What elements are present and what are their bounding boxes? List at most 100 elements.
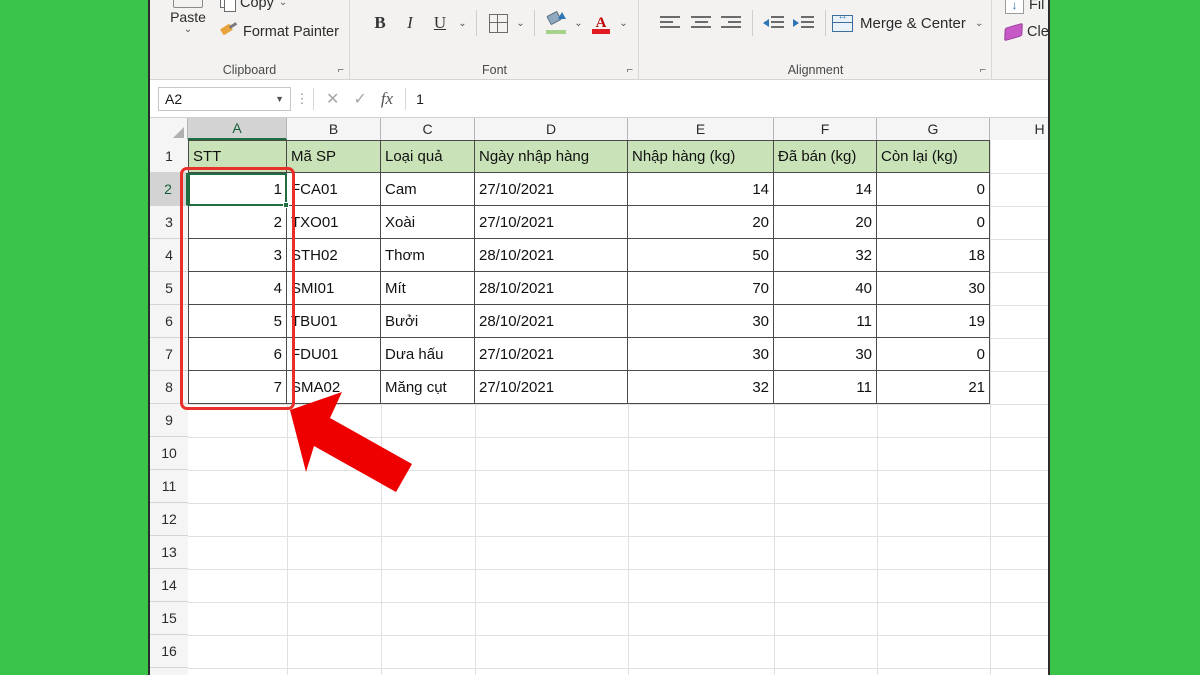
column-header-g[interactable]: G <box>877 118 990 140</box>
align-center-button[interactable] <box>686 8 716 38</box>
table-cell[interactable]: 20 <box>628 206 774 239</box>
column-header-e[interactable]: E <box>628 118 774 140</box>
table-cell[interactable]: 32 <box>628 371 774 404</box>
formula-bar-drag-handle[interactable]: ⋮ <box>291 92 313 105</box>
table-cell[interactable]: 0 <box>877 206 990 239</box>
table-cell[interactable]: 14 <box>774 173 877 206</box>
font-dialog-launcher-icon[interactable]: ⌐ <box>627 64 633 76</box>
column-header-b[interactable]: B <box>287 118 381 140</box>
table-cell[interactable]: 21 <box>877 371 990 404</box>
merge-and-center-button[interactable]: Merge & Center ⌄ <box>832 11 983 32</box>
table-cell[interactable]: 27/10/2021 <box>475 371 628 404</box>
font-color-chevron-down-icon[interactable]: ⌄ <box>616 8 631 38</box>
row-header-5[interactable]: 5 <box>150 272 188 305</box>
table-cell[interactable]: 1 <box>188 173 287 206</box>
table-cell[interactable]: 30 <box>774 338 877 371</box>
formula-input[interactable]: 1 <box>406 87 1048 111</box>
borders-button[interactable] <box>483 8 513 38</box>
decrease-indent-button[interactable] <box>759 8 789 38</box>
chevron-down-icon[interactable]: ⌄ <box>162 24 214 35</box>
select-all-corner[interactable] <box>150 118 188 140</box>
underline-chevron-down-icon[interactable]: ⌄ <box>455 8 470 38</box>
row-header-13[interactable]: 13 <box>150 536 188 569</box>
table-header-cell[interactable]: Nhập hàng (kg) <box>628 140 774 173</box>
row-header-17[interactable]: 17 <box>150 668 188 675</box>
table-cell[interactable]: Bưởi <box>381 305 475 338</box>
table-cell[interactable]: FCA01 <box>287 173 381 206</box>
font-color-button[interactable]: A <box>586 8 616 38</box>
table-cell[interactable]: FDU01 <box>287 338 381 371</box>
underline-button[interactable]: U <box>425 8 455 38</box>
row-header-16[interactable]: 16 <box>150 635 188 668</box>
table-cell[interactable]: Cam <box>381 173 475 206</box>
table-cell[interactable]: 50 <box>628 239 774 272</box>
row-header-2[interactable]: 2 <box>150 173 188 206</box>
table-cell[interactable]: 28/10/2021 <box>475 272 628 305</box>
alignment-dialog-launcher-icon[interactable]: ⌐ <box>980 64 986 76</box>
column-header-f[interactable]: F <box>774 118 877 140</box>
borders-chevron-down-icon[interactable]: ⌄ <box>513 8 528 38</box>
row-header-9[interactable]: 9 <box>150 404 188 437</box>
table-cell[interactable]: SMA02 <box>287 371 381 404</box>
column-header-a[interactable]: A <box>188 118 287 140</box>
table-cell[interactable]: Xoài <box>381 206 475 239</box>
row-header-6[interactable]: 6 <box>150 305 188 338</box>
table-cell[interactable]: 28/10/2021 <box>475 239 628 272</box>
row-header-8[interactable]: 8 <box>150 371 188 404</box>
row-header-7[interactable]: 7 <box>150 338 188 371</box>
row-header-1[interactable]: 1 <box>150 140 188 173</box>
table-cell[interactable]: 27/10/2021 <box>475 173 628 206</box>
row-header-11[interactable]: 11 <box>150 470 188 503</box>
table-cell[interactable]: 0 <box>877 338 990 371</box>
table-cell[interactable]: STH02 <box>287 239 381 272</box>
increase-indent-button[interactable] <box>789 8 819 38</box>
table-cell[interactable]: Mít <box>381 272 475 305</box>
paste-button[interactable]: Paste ⌄ <box>162 0 214 35</box>
chevron-down-icon[interactable]: ⌄ <box>279 0 287 8</box>
align-right-button[interactable] <box>716 8 746 38</box>
fill-button[interactable]: ↓ Fil <box>1005 0 1044 14</box>
format-painter-button[interactable]: Format Painter <box>220 24 339 40</box>
table-cell[interactable]: 5 <box>188 305 287 338</box>
chevron-down-icon[interactable]: ▼ <box>275 94 284 104</box>
table-cell[interactable]: 32 <box>774 239 877 272</box>
fill-color-chevron-down-icon[interactable]: ⌄ <box>571 8 586 38</box>
merge-chevron-down-icon[interactable]: ⌄ <box>975 18 983 29</box>
table-cell[interactable]: 30 <box>628 338 774 371</box>
table-cell[interactable]: 40 <box>774 272 877 305</box>
table-cell[interactable]: 4 <box>188 272 287 305</box>
fill-color-button[interactable] <box>541 8 571 38</box>
clipboard-dialog-launcher-icon[interactable]: ⌐ <box>338 64 344 76</box>
column-header-d[interactable]: D <box>475 118 628 140</box>
table-cell[interactable]: 2 <box>188 206 287 239</box>
row-header-14[interactable]: 14 <box>150 569 188 602</box>
table-cell[interactable]: 6 <box>188 338 287 371</box>
row-header-10[interactable]: 10 <box>150 437 188 470</box>
column-header-c[interactable]: C <box>381 118 475 140</box>
table-cell[interactable]: 70 <box>628 272 774 305</box>
table-cell[interactable]: 30 <box>628 305 774 338</box>
name-box[interactable]: A2 ▼ <box>158 86 291 111</box>
table-cell[interactable]: 19 <box>877 305 990 338</box>
table-header-cell[interactable]: STT <box>188 140 287 173</box>
table-cell[interactable]: 30 <box>877 272 990 305</box>
table-cell[interactable]: 27/10/2021 <box>475 338 628 371</box>
table-cell[interactable]: Thơm <box>381 239 475 272</box>
column-header-h[interactable]: H <box>990 118 1048 140</box>
row-header-15[interactable]: 15 <box>150 602 188 635</box>
italic-button[interactable]: I <box>395 8 425 38</box>
cancel-edit-icon[interactable]: ✕ <box>326 89 339 109</box>
table-cell[interactable]: TBU01 <box>287 305 381 338</box>
bold-button[interactable]: B <box>365 8 395 38</box>
table-cell[interactable]: 28/10/2021 <box>475 305 628 338</box>
table-cell[interactable]: 14 <box>628 173 774 206</box>
table-header-cell[interactable]: Mã SP <box>287 140 381 173</box>
row-header-3[interactable]: 3 <box>150 206 188 239</box>
copy-button[interactable]: Copy ⌄ <box>220 0 287 12</box>
table-cell[interactable]: TXO01 <box>287 206 381 239</box>
table-cell[interactable]: 0 <box>877 173 990 206</box>
table-cell[interactable]: 20 <box>774 206 877 239</box>
row-header-4[interactable]: 4 <box>150 239 188 272</box>
table-header-cell[interactable]: Loại quả <box>381 140 475 173</box>
row-header-12[interactable]: 12 <box>150 503 188 536</box>
